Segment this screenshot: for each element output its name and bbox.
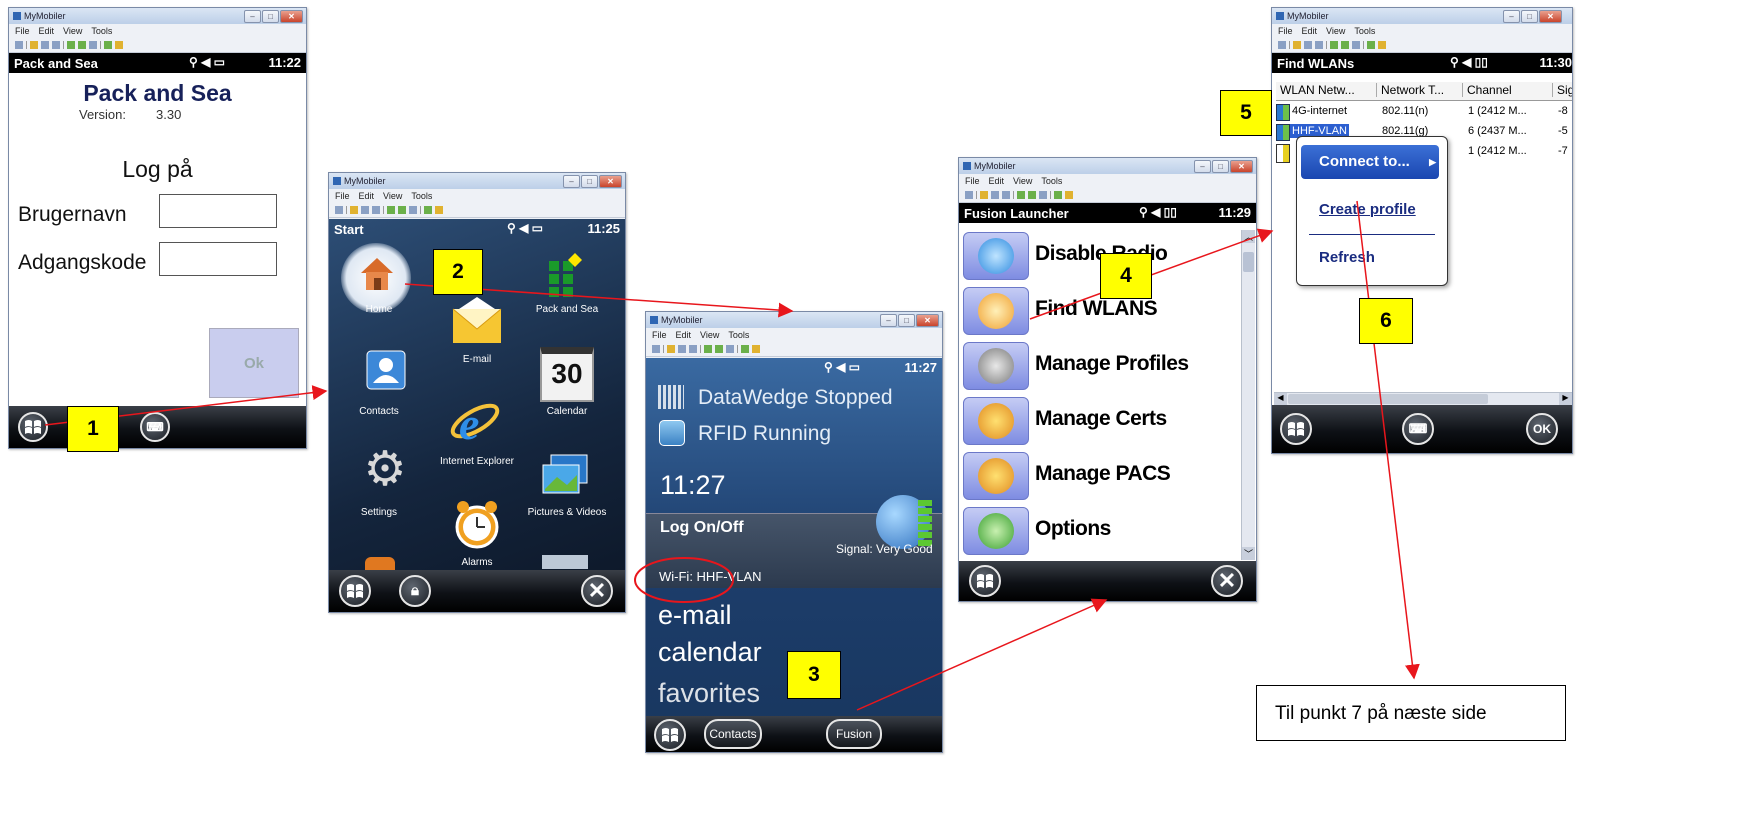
arrow-step-3 xyxy=(856,598,1108,711)
step-number: 5 xyxy=(1240,101,1252,124)
step-number: 6 xyxy=(1380,309,1392,332)
arrow-step-6 xyxy=(1356,200,1420,680)
step-number: 2 xyxy=(452,260,464,283)
wifi-highlight-circle xyxy=(634,557,734,603)
step-3-badge: 3 xyxy=(787,651,841,699)
step-5-badge: 5 xyxy=(1220,90,1272,136)
next-page-note-text: Til punkt 7 på næste side xyxy=(1275,703,1487,724)
step-number: 1 xyxy=(87,417,99,440)
step-4-badge: 4 xyxy=(1100,253,1152,299)
step-number: 4 xyxy=(1120,264,1132,287)
step-number: 3 xyxy=(808,663,820,686)
step-6-badge: 6 xyxy=(1359,298,1413,344)
step-1-badge: 1 xyxy=(67,406,119,452)
step-2-badge: 2 xyxy=(433,249,483,295)
next-page-note: Til punkt 7 på næste side xyxy=(1256,685,1566,741)
